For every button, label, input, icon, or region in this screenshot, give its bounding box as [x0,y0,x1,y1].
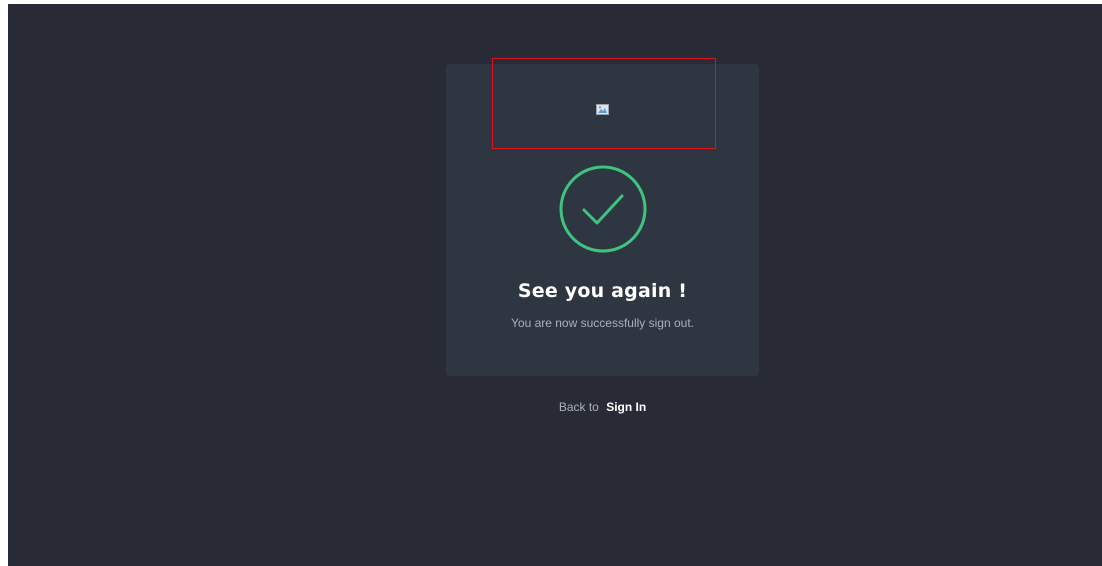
back-to-signin: Back to Sign In [446,400,759,414]
signout-message: You are now successfully sign out. [511,316,694,330]
page-title: See you again ! [517,280,688,302]
sign-in-link[interactable]: Sign In [606,400,646,414]
broken-image-icon [596,104,609,115]
checkmark-circle-icon [559,165,647,253]
back-prefix-text: Back to [558,400,599,414]
